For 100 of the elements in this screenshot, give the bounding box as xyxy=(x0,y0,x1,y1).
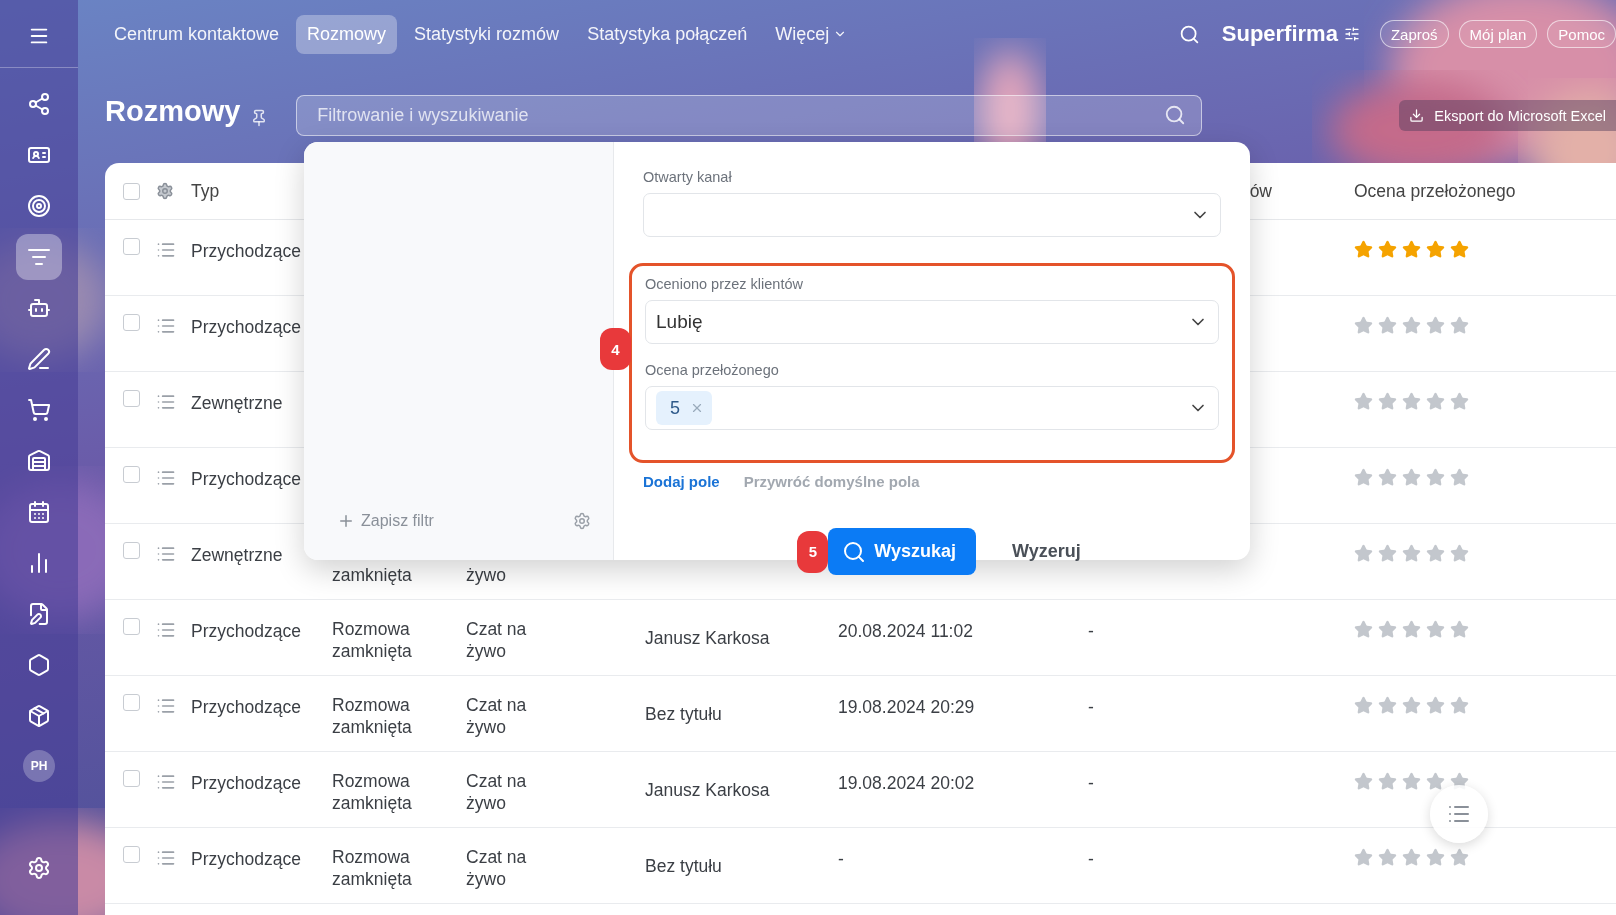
export-button[interactable]: Eksport do Microsoft Excel xyxy=(1399,100,1616,131)
settings-icon[interactable] xyxy=(156,182,174,200)
drag-handle-icon[interactable] xyxy=(156,468,176,488)
star-rating[interactable] xyxy=(1354,240,1469,259)
drag-handle-icon[interactable] xyxy=(156,316,176,336)
star-icon xyxy=(1426,392,1445,411)
step-badge: 5 xyxy=(797,530,829,573)
table-cell-text: Przychodzące xyxy=(191,772,302,794)
nav-tab[interactable]: Centrum kontaktowe xyxy=(103,14,291,54)
checkbox[interactable] xyxy=(123,466,140,483)
star-icon xyxy=(1378,468,1397,487)
column-header[interactable]: Typ xyxy=(191,180,220,202)
search-button[interactable]: Wyszukaj xyxy=(828,528,976,575)
star-icon xyxy=(1426,696,1445,715)
field-label: Ocena przełożonego xyxy=(645,362,780,378)
drag-handle-icon[interactable] xyxy=(156,772,176,792)
star-icon xyxy=(1426,620,1445,639)
select-field[interactable]: Lubię xyxy=(645,300,1219,344)
star-rating[interactable] xyxy=(1354,848,1469,867)
table-cell-text: Przychodzące xyxy=(191,240,302,262)
table-cell-text: Zewnętrzne xyxy=(191,392,284,414)
star-icon xyxy=(1378,620,1397,639)
star-icon xyxy=(1450,848,1469,867)
star-icon xyxy=(1450,392,1469,411)
table-cell-text: Przychodzące xyxy=(191,696,302,718)
drag-handle-icon[interactable] xyxy=(156,544,176,564)
table-cell-text: Przychodzące xyxy=(191,316,302,338)
checkbox[interactable] xyxy=(123,182,140,200)
restore-fields-link[interactable]: Przywróć domyślne pola xyxy=(743,473,920,490)
nav-tab[interactable]: Statystyka połączeń xyxy=(576,14,759,54)
checkbox[interactable] xyxy=(123,390,140,407)
search-field[interactable]: Filtrowanie i wyszukiwanie xyxy=(296,95,1203,136)
header-button[interactable]: Zaproś xyxy=(1379,20,1449,48)
star-rating[interactable] xyxy=(1354,392,1469,411)
table-cell-text: zamknięta xyxy=(332,564,413,587)
star-icon xyxy=(1402,772,1421,791)
star-icon xyxy=(1450,620,1469,639)
select-field[interactable]: 5 xyxy=(645,386,1219,430)
nav-tab[interactable]: Rozmowy xyxy=(296,14,398,54)
table-cell-text: Bez tytułu xyxy=(645,854,723,877)
avatar[interactable]: PH xyxy=(23,750,55,782)
star-icon xyxy=(1426,848,1445,867)
star-icon xyxy=(1354,316,1373,335)
table-cell-text: Przychodzące xyxy=(191,620,302,642)
checkbox[interactable] xyxy=(123,618,140,635)
remove-icon[interactable] xyxy=(690,401,704,415)
star-icon xyxy=(1402,848,1421,867)
table-cell-text: - xyxy=(1088,696,1095,718)
table-cell-text: Rozmowa zamknięta xyxy=(332,770,413,815)
drag-handle-icon[interactable] xyxy=(156,848,176,868)
star-icon xyxy=(1402,620,1421,639)
checkbox[interactable] xyxy=(123,846,140,863)
filter-icon[interactable] xyxy=(16,233,62,280)
checkbox[interactable] xyxy=(123,694,140,711)
star-rating[interactable] xyxy=(1354,620,1469,639)
drag-handle-icon[interactable] xyxy=(156,620,176,640)
select-field[interactable] xyxy=(643,193,1221,237)
table-cell-text: Przychodzące xyxy=(191,468,302,490)
star-icon xyxy=(1402,392,1421,411)
column-header[interactable]: ów xyxy=(1249,180,1354,202)
star-icon xyxy=(1354,696,1373,715)
star-icon xyxy=(1402,544,1421,563)
table-cell-text: Czat na żywo xyxy=(466,618,528,663)
page-title: Rozmowy xyxy=(105,95,241,128)
star-rating[interactable] xyxy=(1354,316,1469,335)
star-rating[interactable] xyxy=(1354,544,1469,563)
checkbox[interactable] xyxy=(123,542,140,559)
field-label: Otwarty kanał xyxy=(643,169,733,185)
star-rating[interactable] xyxy=(1354,468,1469,487)
drag-handle-icon[interactable] xyxy=(156,240,176,260)
reset-button[interactable]: Wyzeruj xyxy=(1006,540,1087,563)
star-icon xyxy=(1378,772,1397,791)
star-icon xyxy=(1354,848,1373,867)
plus-icon xyxy=(337,512,355,530)
star-icon xyxy=(1354,240,1373,259)
column-header[interactable]: Ocena przełożonego xyxy=(1354,180,1516,202)
star-rating[interactable] xyxy=(1354,696,1469,715)
search-icon[interactable] xyxy=(1178,23,1200,45)
table-cell-text: 20.08.2024 11:02 xyxy=(838,620,974,642)
checkbox[interactable] xyxy=(123,238,140,255)
table-cell-text: - xyxy=(838,848,845,870)
search-icon[interactable] xyxy=(1164,104,1187,126)
star-icon xyxy=(1378,544,1397,563)
company-name[interactable]: Superfirma xyxy=(1221,21,1338,47)
nav-tab[interactable]: Więcej xyxy=(764,14,859,54)
star-rating[interactable] xyxy=(1354,772,1469,791)
drag-handle-icon[interactable] xyxy=(156,696,176,716)
nav-tab[interactable]: Statystyki rozmów xyxy=(403,14,571,54)
checkbox[interactable] xyxy=(123,770,140,787)
star-icon xyxy=(1354,620,1373,639)
checkbox[interactable] xyxy=(123,314,140,331)
header-button[interactable]: Mój plan xyxy=(1458,20,1538,48)
settings-icon[interactable] xyxy=(573,512,591,530)
save-filter-link[interactable]: Zapisz filtr xyxy=(337,512,434,530)
star-icon xyxy=(1354,544,1373,563)
sliders-icon[interactable] xyxy=(1343,26,1360,42)
drag-handle-icon[interactable] xyxy=(156,392,176,412)
add-field-link[interactable]: Dodaj pole xyxy=(643,473,720,490)
table-cell-text: Czat na żywo xyxy=(466,846,528,891)
header-button[interactable]: Pomoc xyxy=(1547,20,1616,48)
